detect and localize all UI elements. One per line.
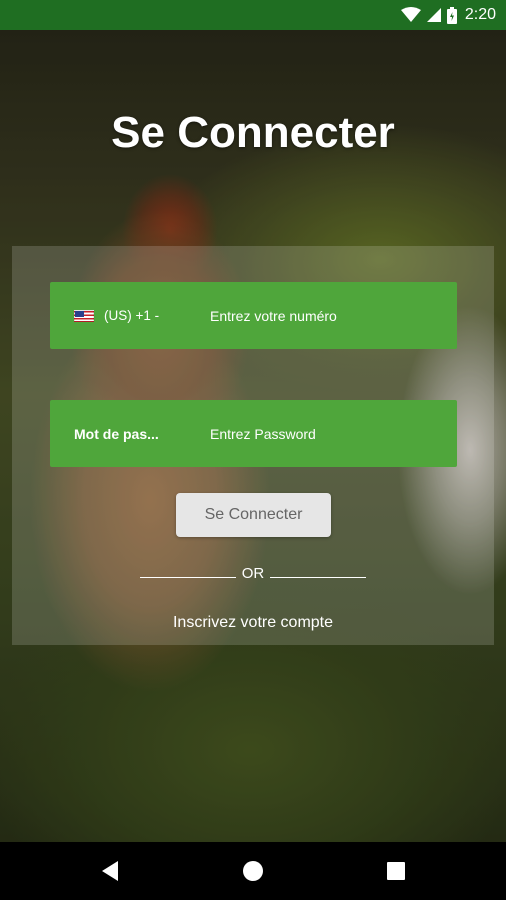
wifi-icon (400, 7, 421, 23)
phone-field[interactable]: (US) +1 - (50, 282, 457, 349)
navigation-bar (0, 842, 506, 900)
cell-signal-icon (426, 7, 441, 23)
or-text: OR (241, 565, 265, 582)
country-code-picker[interactable]: (US) +1 - (50, 308, 210, 323)
status-bar: 2:20 (0, 0, 506, 30)
or-divider: OR (0, 565, 506, 582)
login-button[interactable]: Se Connecter (176, 493, 331, 537)
password-input[interactable] (210, 400, 457, 467)
password-label: Mot de pas... (74, 425, 159, 442)
home-icon[interactable] (223, 842, 283, 900)
country-code: (US) +1 - (104, 308, 160, 323)
status-time: 2:20 (464, 6, 496, 23)
divider-line-left (139, 577, 236, 578)
phone-input[interactable] (210, 282, 457, 349)
register-link[interactable]: Inscrivez votre compte (0, 614, 506, 632)
divider-line-right (270, 577, 367, 578)
password-field[interactable]: Mot de pas... (50, 400, 457, 467)
recents-icon[interactable] (366, 842, 426, 900)
back-icon[interactable] (80, 842, 140, 900)
password-label-container: Mot de pas... (50, 426, 210, 442)
us-flag-icon (74, 309, 94, 322)
battery-icon (446, 6, 457, 24)
page-title: Se Connecter (111, 108, 395, 157)
